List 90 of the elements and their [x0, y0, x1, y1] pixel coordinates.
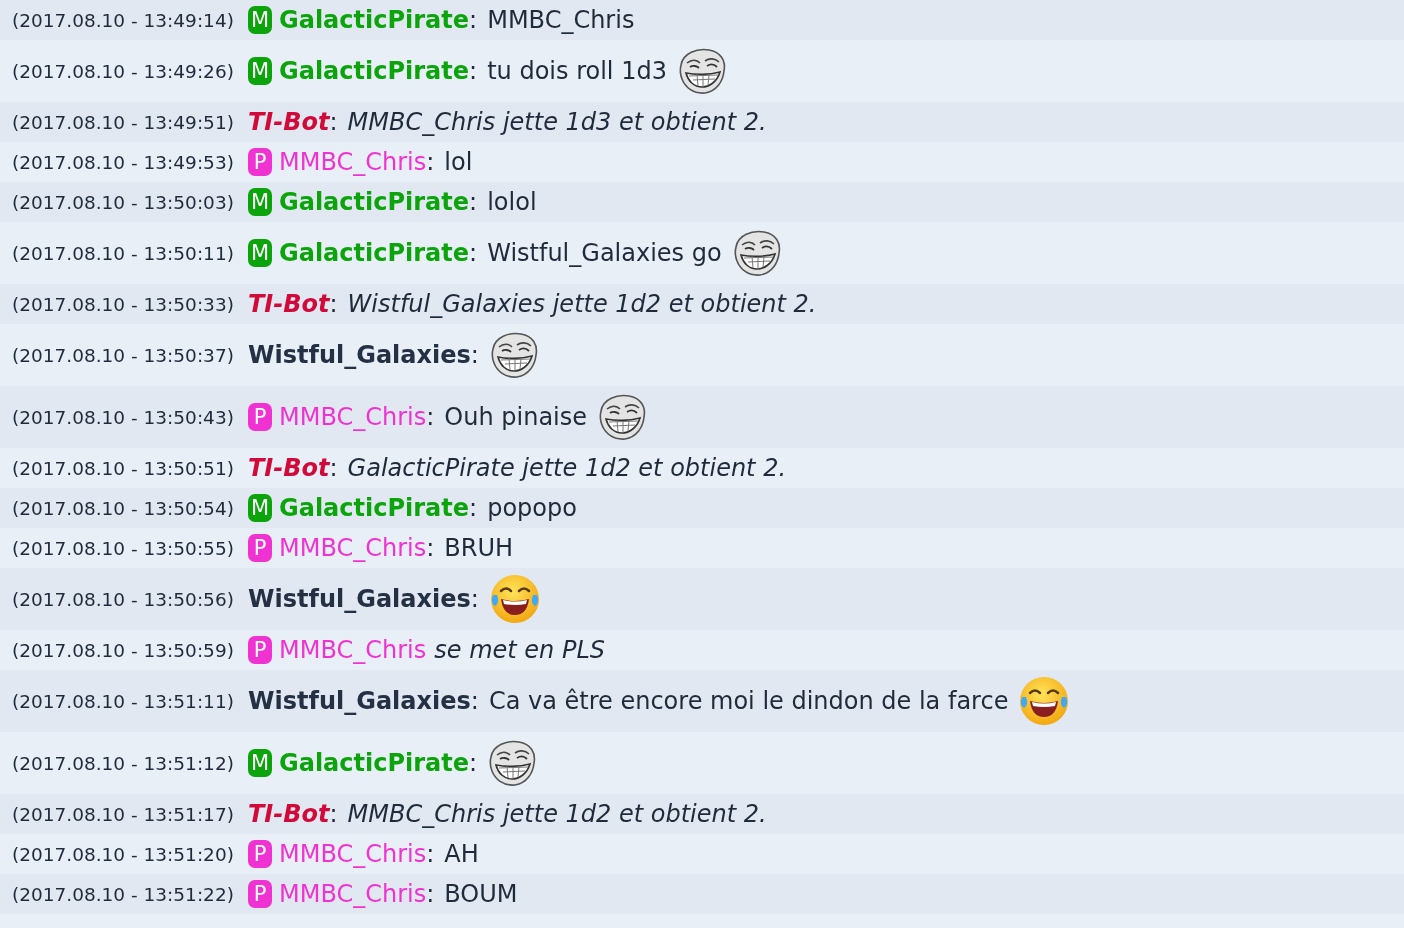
timestamp: (2017.08.10 - 13:50:54)	[12, 497, 235, 519]
role-badge: P	[248, 840, 272, 868]
timestamp: (2017.08.10 - 13:50:55)	[12, 537, 235, 559]
username[interactable]: MMBC_Chris	[279, 148, 427, 176]
role-badge: P	[248, 636, 272, 664]
separator: :	[469, 749, 478, 777]
role-badge: M	[248, 188, 272, 216]
role-badge: P	[248, 534, 272, 562]
separator: :	[469, 494, 478, 522]
message-text: GalacticPirate jette 1d2 et obtient 2.	[347, 454, 787, 482]
username[interactable]: GalacticPirate	[279, 494, 470, 522]
separator: :	[329, 800, 338, 828]
role-badge: M	[248, 239, 272, 267]
message-text: Wistful_Galaxies jette 1d2 et obtient 2.	[347, 290, 817, 318]
timestamp: (2017.08.10 - 13:51:17)	[12, 803, 235, 825]
timestamp: (2017.08.10 - 13:49:26)	[12, 60, 235, 82]
separator: :	[469, 57, 478, 85]
message-text: MMBC_Chris jette 1d3 et obtient 2.	[347, 108, 767, 136]
username[interactable]: GalacticPirate	[279, 57, 470, 85]
separator: :	[469, 188, 478, 216]
separator: :	[329, 108, 338, 136]
username[interactable]: TI-Bot	[248, 108, 330, 136]
timestamp: (2017.08.10 - 13:51:12)	[12, 752, 235, 774]
separator: :	[426, 880, 435, 908]
timestamp: (2017.08.10 - 13:50:43)	[12, 406, 235, 428]
message-text: tu dois roll 1d3	[487, 57, 667, 85]
username[interactable]: MMBC_Chris	[279, 840, 427, 868]
username[interactable]: GalacticPirate	[279, 749, 470, 777]
message-text: se met en PLS	[434, 636, 605, 664]
username[interactable]: GalacticPirate	[279, 188, 470, 216]
laughing-tears-emoji-icon	[1018, 675, 1071, 727]
separator: :	[426, 403, 435, 431]
message-text: BRUH	[444, 534, 514, 562]
grinning-face-icon	[488, 331, 539, 379]
message-text: popopo	[487, 494, 577, 522]
role-badge: M	[248, 494, 272, 522]
message-text: Wistful_Galaxies go	[487, 239, 722, 267]
username[interactable]: MMBC_Chris	[279, 403, 427, 431]
timestamp: (2017.08.10 - 13:51:11)	[12, 690, 235, 712]
separator: :	[469, 239, 478, 267]
username[interactable]: GalacticPirate	[279, 6, 470, 34]
username[interactable]: Wistful_Galaxies	[248, 341, 471, 369]
username[interactable]: MMBC_Chris	[279, 636, 427, 664]
grinning-face-icon	[597, 393, 648, 441]
message-text: AH	[444, 840, 479, 868]
message-text: Ouh pinaise	[444, 403, 588, 431]
role-badge: M	[248, 749, 272, 777]
message-text: lolol	[487, 188, 537, 216]
separator: :	[426, 534, 435, 562]
username[interactable]: TI-Bot	[248, 800, 330, 828]
message-text: MMBC_Chris	[487, 6, 635, 34]
timestamp: (2017.08.10 - 13:50:33)	[12, 293, 235, 315]
timestamp: (2017.08.10 - 13:50:11)	[12, 242, 235, 264]
timestamp: (2017.08.10 - 13:49:14)	[12, 9, 235, 31]
username[interactable]: Wistful_Galaxies	[248, 687, 471, 715]
separator: :	[426, 840, 435, 868]
message-text: BOUM	[444, 880, 518, 908]
message-text: MMBC_Chris jette 1d2 et obtient 2.	[347, 800, 767, 828]
role-badge: P	[248, 880, 272, 908]
timestamp: (2017.08.10 - 13:50:37)	[12, 344, 235, 366]
timestamp: (2017.08.10 - 13:51:20)	[12, 843, 235, 865]
timestamp: (2017.08.10 - 13:50:03)	[12, 191, 235, 213]
timestamp: (2017.08.10 - 13:51:22)	[12, 883, 235, 905]
role-badge: M	[248, 6, 272, 34]
role-badge: M	[248, 57, 272, 85]
laughing-tears-emoji-icon	[488, 573, 541, 625]
separator: :	[329, 290, 338, 318]
role-badge: P	[248, 403, 272, 431]
username[interactable]: GalacticPirate	[279, 239, 470, 267]
timestamp: (2017.08.10 - 13:50:59)	[12, 639, 235, 661]
separator: :	[426, 148, 435, 176]
username[interactable]: TI-Bot	[248, 454, 330, 482]
role-badge: P	[248, 148, 272, 176]
username[interactable]: MMBC_Chris	[279, 880, 427, 908]
grinning-face-icon	[731, 229, 782, 277]
timestamp: (2017.08.10 - 13:50:51)	[12, 457, 235, 479]
separator: :	[470, 341, 479, 369]
separator: :	[469, 6, 478, 34]
username[interactable]: TI-Bot	[248, 290, 330, 318]
timestamp: (2017.08.10 - 13:50:56)	[12, 588, 235, 610]
username[interactable]: Wistful_Galaxies	[248, 585, 471, 613]
grinning-face-icon	[487, 739, 538, 787]
timestamp: (2017.08.10 - 13:49:53)	[12, 151, 235, 173]
separator: :	[470, 687, 479, 715]
separator: :	[470, 585, 479, 613]
message-text: lol	[444, 148, 473, 176]
timestamp: (2017.08.10 - 13:49:51)	[12, 111, 235, 133]
message-text: Ca va être encore moi le dindon de la farce	[488, 687, 1009, 715]
username[interactable]: MMBC_Chris	[279, 534, 427, 562]
separator: :	[329, 454, 338, 482]
